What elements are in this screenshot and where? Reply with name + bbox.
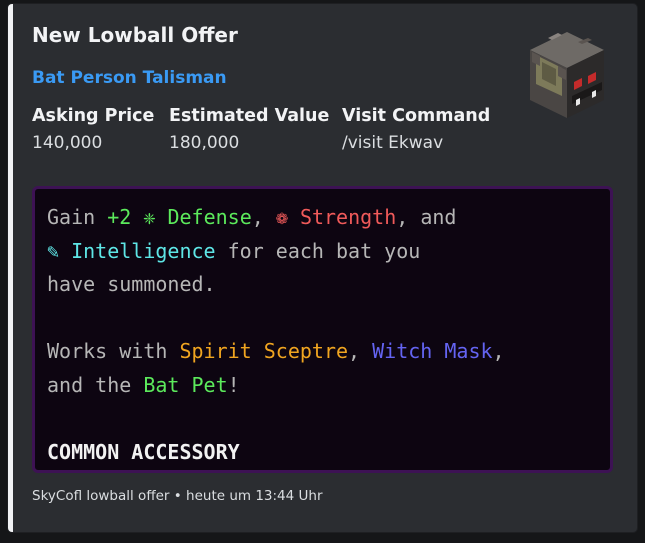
field-estimated-value: Estimated Value 180,000 — [169, 106, 329, 153]
bat-person-head-icon[interactable] — [528, 30, 606, 120]
defense-icon: ❈ — [143, 205, 156, 229]
item-lore-text: Gain +2 ❈ Defense, ❁ Strength, and ✎ Int… — [47, 205, 505, 464]
field-asking-price: Asking Price 140,000 — [32, 106, 154, 153]
field-name: Visit Command — [342, 106, 491, 126]
intelligence-icon: ✎ — [47, 238, 60, 263]
item-lore-codeblock: Gain +2 ❈ Defense, ❁ Strength, and ✎ Int… — [32, 186, 613, 473]
field-name: Estimated Value — [169, 106, 330, 126]
field-visit-command: Visit Command /visit Ekwav — [342, 106, 490, 153]
embed-title: New Lowball Offer — [32, 23, 238, 47]
field-value: 180,000 — [169, 133, 240, 153]
strength-icon: ❁ — [275, 205, 288, 229]
item-name-link[interactable]: Bat Person Talisman — [32, 68, 227, 88]
field-value: 140,000 — [32, 133, 103, 153]
rarity-label: COMMON ACCESSORY — [47, 439, 240, 464]
embed-footer: SkyCofl lowball offer • heute um 13:44 U… — [32, 488, 323, 504]
embed-card: New Lowball Offer Bat Person Talisman As… — [7, 3, 638, 533]
embed-accent-bar — [8, 4, 13, 532]
head-thumbnail-graphic — [530, 32, 604, 118]
field-value: /visit Ekwav — [342, 133, 444, 153]
field-name: Asking Price — [32, 106, 155, 126]
